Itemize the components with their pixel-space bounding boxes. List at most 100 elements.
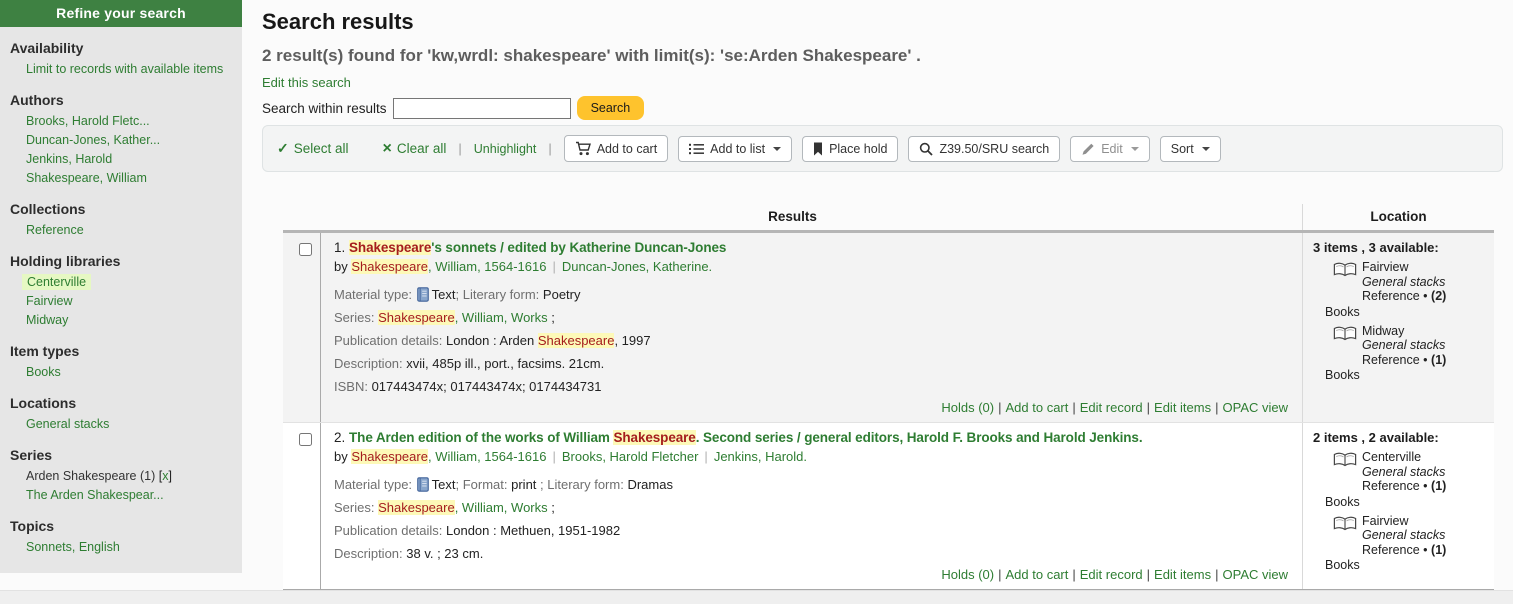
facet-link-library-active[interactable]: Centerville xyxy=(0,273,242,292)
series-link[interactable]: , William, Works xyxy=(455,310,548,325)
facet-link-topic[interactable]: Sonnets, English xyxy=(0,538,242,557)
add-to-list-label: Add to list xyxy=(710,141,766,156)
holds-link[interactable]: Holds (0) xyxy=(941,567,994,582)
edit-items-link[interactable]: Edit items xyxy=(1154,400,1211,415)
result-number: 2. xyxy=(334,430,346,445)
row-checkbox[interactable] xyxy=(299,433,312,446)
facet-link-author[interactable]: Brooks, Harold Fletc... xyxy=(0,112,242,131)
description-line: Description: 38 v. ; 23 cm. xyxy=(334,546,1292,562)
add-to-cart-button[interactable]: Add to cart xyxy=(563,135,669,162)
select-all-link[interactable]: ✓ Select all xyxy=(277,140,349,157)
holding-entry: Fairview General stacks Reference • (2) … xyxy=(1313,260,1490,319)
item-count: (1) xyxy=(1431,542,1447,557)
place-hold-button[interactable]: Place hold xyxy=(802,135,899,162)
field-label: ; Literary form: xyxy=(455,287,543,302)
facet-heading-authors: Authors xyxy=(10,92,64,108)
applied-facet-series: Arden Shakespeare (1) [x] xyxy=(0,467,242,486)
bracket-close: ] xyxy=(168,469,172,483)
opac-view-link[interactable]: OPAC view xyxy=(1223,567,1289,582)
page-footer-strip xyxy=(0,590,1513,604)
facet-link-library[interactable]: Midway xyxy=(0,311,242,330)
add-to-list-button[interactable]: Add to list xyxy=(678,135,793,162)
bullet-separator: • xyxy=(1423,289,1428,303)
unhighlight-link[interactable]: Unhighlight xyxy=(474,142,537,156)
facet-link-location[interactable]: General stacks xyxy=(0,415,242,434)
publication-line: Publication details: London : Methuen, 1… xyxy=(334,523,1292,539)
field-value: xvii, 485p ill., port., facsims. 21cm. xyxy=(406,356,605,371)
facet-link-author[interactable]: Duncan-Jones, Kather... xyxy=(0,131,242,150)
chevron-down-icon xyxy=(1201,146,1210,151)
highlighted-term: Shakespeare xyxy=(537,333,615,348)
holding-shelf: General stacks xyxy=(1362,338,1446,352)
item-count: (2) xyxy=(1431,289,1447,303)
search-within-input[interactable] xyxy=(392,97,571,119)
add-to-cart-link[interactable]: Add to cart xyxy=(1006,400,1069,415)
edit-record-link[interactable]: Edit record xyxy=(1080,567,1143,582)
biblio-title-link[interactable]: The Arden edition of the works of Willia… xyxy=(349,430,1143,445)
by-label: by xyxy=(334,259,352,274)
field-value: print xyxy=(511,477,541,492)
holding-collection: Reference • (1) xyxy=(1362,543,1446,558)
bullet-separator: • xyxy=(1423,479,1428,493)
search-button[interactable]: Search xyxy=(576,96,645,120)
edit-button[interactable]: Edit xyxy=(1070,135,1150,162)
field-label: Series: xyxy=(334,500,379,515)
add-to-cart-label: Add to cart xyxy=(596,141,658,156)
search-within-form: Search within results Search xyxy=(262,96,1503,120)
facet-heading-holding-libraries: Holding libraries xyxy=(10,253,121,269)
sort-button[interactable]: Sort xyxy=(1159,135,1221,162)
facet-section-holding-libraries: Holding libraries Centerville Fairview M… xyxy=(0,253,242,330)
author-link[interactable]: Brooks, Harold Fletcher xyxy=(562,449,699,464)
record-cell: 2. The Arden edition of the works of Wil… xyxy=(321,423,1302,589)
result-number: 1. xyxy=(334,240,346,255)
facet-link-author[interactable]: Jenkins, Harold xyxy=(0,150,242,169)
edit-items-link[interactable]: Edit items xyxy=(1154,567,1211,582)
book-icon xyxy=(416,477,429,492)
clear-all-label: Clear all xyxy=(396,141,447,156)
clear-all-link[interactable]: × Clear all xyxy=(383,140,447,156)
edit-record-link[interactable]: Edit record xyxy=(1080,400,1143,415)
facet-heading-availability: Availability xyxy=(10,40,84,56)
facet-section-series: Series Arden Shakespeare (1) [x] The Ard… xyxy=(0,447,242,505)
separator: | xyxy=(998,400,1002,415)
holding-library: Centerville xyxy=(1362,450,1422,464)
facet-link-author[interactable]: Shakespeare, William xyxy=(0,169,242,188)
row-checkbox[interactable] xyxy=(299,243,312,256)
author-link[interactable]: Duncan-Jones, Katherine. xyxy=(562,259,712,274)
field-label: Material type: xyxy=(334,477,416,492)
separator: | xyxy=(1215,567,1219,582)
series-link[interactable]: , William, Works xyxy=(455,500,548,515)
field-value: London : Methuen, 1951-1982 xyxy=(446,523,621,538)
description-line: Description: xvii, 485p ill., port., fac… xyxy=(334,356,1292,372)
record-cell: 1. Shakespeare's sonnets / edited by Kat… xyxy=(321,233,1302,422)
result-summary: 2 result(s) found for 'kw,wrdl: shakespe… xyxy=(262,46,921,65)
field-value: ; xyxy=(547,500,555,515)
edit-search-link[interactable]: Edit this search xyxy=(262,75,351,90)
page-title: Search results xyxy=(262,9,414,34)
author-link[interactable]: Jenkins, Harold. xyxy=(714,449,807,464)
facet-link-series[interactable]: The Arden Shakespear... xyxy=(0,486,242,505)
biblio-title-link[interactable]: Shakespeare's sonnets / edited by Kather… xyxy=(349,240,726,255)
facet-section-item-types: Item types Books xyxy=(0,343,242,382)
author-link[interactable]: , William, 1564-1616 xyxy=(428,259,547,274)
refine-sidebar: Refine your search Availability Limit to… xyxy=(0,0,242,573)
facet-link-library[interactable]: Fairview xyxy=(0,292,242,311)
highlighted-term: Shakespeare xyxy=(378,310,455,325)
facet-link-item-type[interactable]: Books xyxy=(0,363,242,382)
field-label: ; Literary form: xyxy=(540,477,628,492)
facet-link-collection[interactable]: Reference xyxy=(0,221,242,240)
z3950-search-button[interactable]: Z39.50/SRU search xyxy=(908,135,1061,162)
holds-link[interactable]: Holds (0) xyxy=(941,400,994,415)
facet-section-topics: Topics Sonnets, English xyxy=(0,518,242,557)
select-all-label: Select all xyxy=(293,141,349,156)
title-line: 1. Shakespeare's sonnets / edited by Kat… xyxy=(334,239,1292,256)
add-to-cart-link[interactable]: Add to cart xyxy=(1006,567,1069,582)
z3950-search-label: Z39.50/SRU search xyxy=(939,141,1050,156)
material-type-line: Material type: Text; Format: print ; Lit… xyxy=(334,477,1292,493)
byline: by Shakespeare, William, 1564-1616 | Brook… xyxy=(334,449,1292,465)
facet-link-limit-available[interactable]: Limit to records with available items xyxy=(0,60,242,79)
field-value: 38 v. ; 23 cm. xyxy=(406,546,484,561)
author-link[interactable]: , William, 1564-1616 xyxy=(428,449,547,464)
field-value: Text xyxy=(431,477,456,492)
opac-view-link[interactable]: OPAC view xyxy=(1223,400,1289,415)
